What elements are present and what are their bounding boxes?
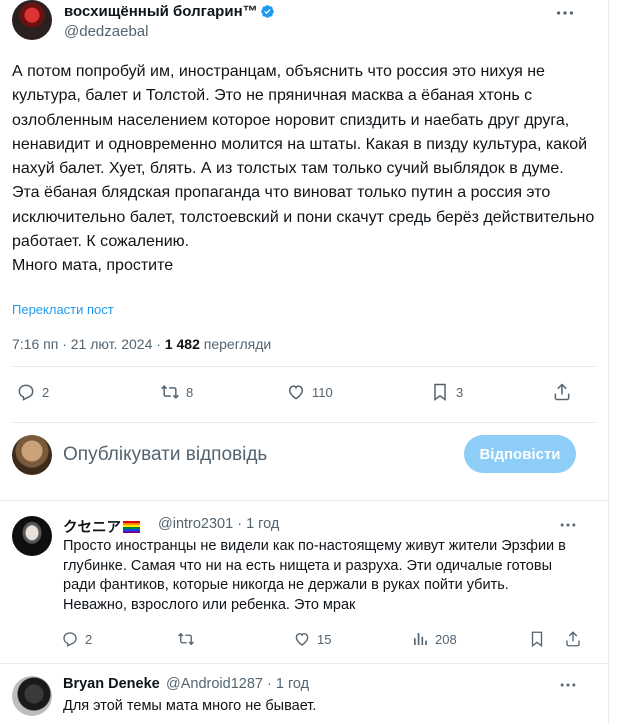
reply-handle-line: @intro2301 · 1 год [158, 516, 279, 532]
reply-icon [63, 632, 77, 647]
more-options-icon[interactable] [558, 675, 578, 695]
reply-body: Просто иностранцы не видели как по-насто… [63, 538, 566, 614]
share-action[interactable] [552, 382, 578, 402]
reply-action[interactable]: 2 [61, 630, 92, 648]
divider [0, 500, 608, 501]
share-action[interactable] [564, 630, 588, 648]
bookmark-icon [434, 383, 446, 401]
repost-action[interactable] [177, 630, 201, 648]
meta-separator: · [267, 676, 276, 692]
translate-post-link[interactable]: Перекласти пост [12, 302, 114, 317]
author-name[interactable]: восхищённый болгарин™ [64, 3, 258, 20]
reply-handle-line: @Android1287 · 1 год [166, 676, 309, 692]
reply-count: 2 [85, 631, 93, 647]
like-action[interactable]: 15 [293, 630, 331, 648]
current-user-avatar[interactable] [12, 435, 52, 475]
repost-icon [161, 385, 179, 399]
views-label: перегляди [203, 336, 272, 352]
like-count: 110 [312, 384, 333, 400]
more-options-icon[interactable] [554, 2, 576, 24]
bookmark-action[interactable]: 3 [430, 382, 463, 402]
more-options-icon[interactable] [558, 515, 578, 535]
reply-icon [18, 384, 34, 401]
reply-author-name[interactable]: クセニア [63, 516, 140, 537]
meta-separator: · [237, 516, 247, 532]
post-date[interactable]: 21 лют. 2024 [71, 336, 153, 352]
bookmark-count: 3 [456, 384, 464, 400]
author-avatar[interactable] [12, 0, 52, 40]
post-meta: 7:16 пп · 21 лют. 2024 · 1 482 перегляди [12, 336, 271, 352]
reply-item[interactable]: Bryan Deneke @Android1287 · 1 год Для эт… [12, 676, 597, 723]
meta-separator: · [156, 336, 165, 352]
reply-author-handle[interactable]: @intro2301 [158, 516, 233, 532]
reply-body: Для этой темы мата много не бывает. [63, 698, 317, 714]
rainbow-flag-icon [123, 521, 140, 533]
repost-icon [178, 632, 194, 646]
post-body: А потом попробуй им, иностранцам, объясн… [12, 63, 595, 275]
reply-composer: Опублікувати відповідь Відповісти [12, 432, 582, 480]
reply-action[interactable]: 2 [16, 382, 49, 402]
divider [12, 366, 597, 367]
share-icon [566, 631, 580, 647]
reply-button[interactable]: Відповісти [464, 435, 576, 473]
reply-input[interactable]: Опублікувати відповідь [63, 444, 267, 466]
verified-badge-icon [261, 5, 274, 18]
heart-icon [295, 633, 309, 646]
reply-author-text: クセニア [63, 520, 121, 536]
reply-avatar[interactable] [12, 676, 52, 716]
views-count: 208 [435, 631, 457, 647]
reply-count: 2 [42, 384, 50, 400]
right-column-divider [608, 0, 609, 723]
meta-separator: · [62, 336, 71, 352]
bookmark-icon [531, 631, 543, 648]
reply-time[interactable]: 1 год [276, 676, 309, 692]
heart-icon [288, 385, 304, 400]
reply-time[interactable]: 1 год [246, 516, 279, 532]
like-count: 15 [317, 631, 332, 647]
reply-author-handle[interactable]: @Android1287 [166, 676, 263, 692]
divider [0, 663, 608, 664]
reply-author-name[interactable]: Bryan Deneke [63, 676, 160, 692]
post-time[interactable]: 7:16 пп [12, 336, 58, 352]
reply-avatar[interactable] [12, 516, 52, 556]
post-actions: 2 8 110 3 [12, 382, 597, 410]
analytics-icon [414, 633, 427, 645]
views-count: 1 482 [164, 336, 200, 352]
reply-item[interactable]: クセニア @intro2301 · 1 год Просто иностранц… [12, 516, 597, 651]
author-handle[interactable]: @dedzaebal [64, 23, 148, 40]
views-action[interactable]: 208 [411, 630, 457, 648]
repost-count: 8 [186, 384, 194, 400]
share-icon [554, 383, 570, 401]
bookmark-action[interactable] [528, 630, 552, 648]
like-action[interactable]: 110 [286, 382, 333, 402]
divider [12, 422, 597, 423]
repost-action[interactable]: 8 [160, 382, 193, 402]
